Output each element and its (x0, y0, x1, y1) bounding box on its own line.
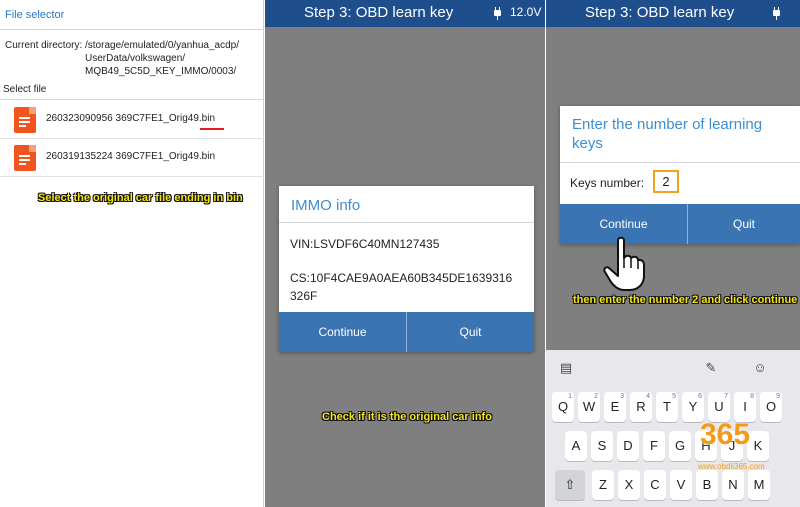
header-title: Step 3: OBD learn key (304, 4, 454, 21)
dialog-title-line: Enter the number of learning (572, 116, 763, 133)
file-selector-title: File selector (5, 9, 65, 21)
screenshot-composite: File selector Current directory: /storag… (0, 0, 800, 507)
cs-text: CS:10F4CAE9A0AEA60B345DE1639316 326F (290, 269, 512, 305)
voltage-readout: 12.0V (510, 5, 542, 19)
key-g[interactable]: G (669, 431, 691, 461)
select-file-label: Select file (3, 84, 47, 95)
obd-plug-icon (494, 7, 501, 20)
dialog-title-line: keys (572, 135, 603, 152)
key-t[interactable]: T5 (656, 392, 678, 422)
watermark-number: 365 (700, 418, 751, 451)
immo-info-panel: Step 3: OBD learn key 12.0V IMMO info VI… (265, 0, 545, 507)
pointing-hand-icon (603, 236, 645, 291)
key-number-hint: 8 (750, 393, 754, 400)
key-r[interactable]: R4 (630, 392, 652, 422)
key-c[interactable]: C (644, 470, 666, 500)
key-number-hint: 3 (620, 393, 624, 400)
file-name: 260319135224 369C7FE1_Orig49.bin (46, 151, 216, 162)
file-selector-panel: File selector Current directory: /storag… (0, 0, 264, 507)
instruction-caption: Select the original car file ending in b… (38, 192, 243, 204)
continue-button[interactable]: Continue (279, 312, 406, 352)
watermark-url: www.obdii365.com (698, 462, 765, 471)
instruction-caption: Check if it is the original car info (322, 411, 492, 423)
key-e[interactable]: E3 (604, 392, 626, 422)
obd-plug-icon (773, 7, 780, 20)
watermark-logo: 365 www.obdii365.com (694, 418, 784, 476)
key-number-hint: 5 (672, 393, 676, 400)
path-line: /storage/emulated/0/yanhua_acdp/ (85, 40, 239, 51)
document-icon (14, 145, 36, 171)
key-number-hint: 2 (594, 393, 598, 400)
key-number-hint: 9 (776, 393, 780, 400)
key-number-hint: 6 (698, 393, 702, 400)
learning-keys-panel: Step 3: OBD learn key Enter the number o… (546, 0, 800, 507)
keys-number-input[interactable]: 2 (653, 170, 679, 193)
immo-info-dialog: IMMO info VIN:LSVDF6C40MN127435 CS:10F4C… (279, 186, 534, 352)
file-row[interactable]: 260319135224 369C7FE1_Orig49.bin (0, 139, 264, 177)
bin-extension-highlight (200, 128, 224, 130)
file-row[interactable]: 260323090956 369C7FE1_Orig49.bin (0, 101, 264, 139)
section-divider (0, 99, 264, 100)
dialog-divider (279, 222, 534, 223)
document-icon (14, 107, 36, 133)
shift-key[interactable]: ⇧ (555, 470, 585, 500)
key-s[interactable]: S (591, 431, 613, 461)
dialog-title: IMMO info (291, 197, 361, 214)
ai-writing-icon[interactable]: ✎ (703, 360, 719, 376)
keyboard-toolbar: ▤ ✎ ☺ (546, 350, 800, 385)
emoji-icon[interactable]: ☺ (752, 360, 768, 376)
current-directory-path: /storage/emulated/0/yanhua_acdp/ UserDat… (85, 39, 261, 78)
cs-line: CS:10F4CAE9A0AEA60B345DE1639316 (290, 271, 513, 285)
key-number-hint: 7 (724, 393, 728, 400)
key-z[interactable]: Z (592, 470, 614, 500)
key-number-hint: 4 (646, 393, 650, 400)
key-w[interactable]: W2 (578, 392, 600, 422)
quit-button[interactable]: Quit (688, 204, 800, 244)
key-d[interactable]: D (617, 431, 639, 461)
title-divider (0, 29, 264, 30)
key-f[interactable]: F (643, 431, 665, 461)
key-x[interactable]: X (618, 470, 640, 500)
dialog-divider (560, 162, 800, 163)
learning-keys-dialog: Enter the number of learning keys Keys n… (560, 106, 800, 244)
keys-number-label: Keys number: (570, 176, 645, 190)
path-line: UserData/volkswagen/ (85, 53, 186, 64)
key-v[interactable]: V (670, 470, 692, 500)
cs-line: 326F (290, 289, 318, 303)
instruction-caption: then enter the number 2 and click contin… (573, 294, 798, 306)
header-title: Step 3: OBD learn key (585, 4, 735, 21)
app-header: Step 3: OBD learn key 12.0V (265, 0, 545, 27)
clipboard-icon[interactable]: ▤ (558, 360, 574, 376)
key-number-hint: 1 (568, 393, 572, 400)
vin-text: VIN:LSVDF6C40MN127435 (290, 237, 440, 251)
path-line: MQB49_5C5D_KEY_IMMO/0003/ (85, 66, 237, 77)
quit-button[interactable]: Quit (407, 312, 534, 352)
key-q[interactable]: Q1 (552, 392, 574, 422)
dialog-title: Enter the number of learning keys (572, 115, 762, 153)
file-name: 260323090956 369C7FE1_Orig49.bin (46, 113, 216, 124)
app-header: Step 3: OBD learn key (546, 0, 800, 27)
key-a[interactable]: A (565, 431, 587, 461)
current-directory-label: Current directory: (5, 40, 83, 51)
